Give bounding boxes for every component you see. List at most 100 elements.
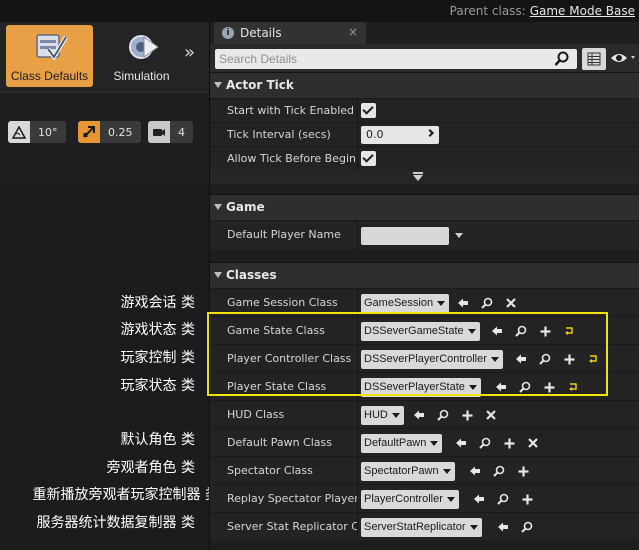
- category-game[interactable]: Game: [210, 194, 639, 220]
- column-divider: [357, 147, 358, 170]
- class-picker-combo[interactable]: HUD: [361, 406, 404, 425]
- browse-search-icon[interactable]: [475, 294, 499, 312]
- browse-search-icon[interactable]: [431, 406, 455, 424]
- view-options-eye-icon[interactable]: [610, 50, 638, 66]
- property-label: Spectator Class: [227, 464, 313, 477]
- close-icon[interactable]: ×: [348, 25, 358, 39]
- drag-handle-icon: [426, 129, 434, 137]
- camera-speed-icon: [148, 121, 170, 143]
- clear-x-icon[interactable]: [521, 434, 545, 452]
- section-spacer: [210, 184, 639, 194]
- property-row-class: Replay Spectator Player C PlayerControlle…: [210, 484, 639, 512]
- class-picker-value: SpectatorPawn: [364, 465, 439, 477]
- annotation-game-state: 游戏状态 类: [120, 322, 195, 338]
- expander-bar: [413, 172, 423, 174]
- rotation-snap[interactable]: 10°: [8, 121, 66, 143]
- annotation-replay-spectator: 重新播放旁观者玩家控制器 类: [32, 487, 219, 503]
- parent-class-info: Parent class: Game Mode Base: [450, 4, 635, 18]
- class-picker-combo[interactable]: GameSession: [361, 294, 450, 313]
- category-title: Game: [226, 200, 265, 214]
- property-row-class: Spectator Class SpectatorPawn: [210, 456, 639, 484]
- property-label: Server Stat Replicator Cla: [227, 520, 357, 533]
- property-label: Default Player Name: [227, 228, 341, 241]
- add-plus-icon[interactable]: [515, 490, 539, 508]
- property-label: Allow Tick Before Begin P: [227, 152, 357, 165]
- class-defaults-button[interactable]: Class Defaults: [6, 25, 93, 87]
- details-search-input[interactable]: [215, 49, 577, 69]
- add-plus-icon[interactable]: [455, 406, 479, 424]
- class-picker-value: PlayerController: [364, 493, 443, 505]
- annotation-player-state: 玩家状态 类: [120, 378, 195, 394]
- class-actions: [463, 462, 535, 480]
- section-spacer: [210, 250, 639, 262]
- property-label: Game Session Class: [227, 296, 338, 309]
- use-selected-arrow-icon[interactable]: [467, 490, 491, 508]
- class-picker-value: ServerStatReplicator: [364, 521, 466, 533]
- column-divider: [357, 221, 358, 250]
- use-selected-arrow-icon[interactable]: [407, 406, 431, 424]
- use-selected-arrow-icon[interactable]: [449, 434, 473, 452]
- camera-speed[interactable]: 4: [148, 121, 193, 143]
- clear-x-icon[interactable]: [499, 294, 523, 312]
- category-actor-tick[interactable]: Actor Tick: [210, 72, 639, 98]
- start-tick-checkbox[interactable]: [361, 103, 376, 118]
- add-plus-icon[interactable]: [497, 434, 521, 452]
- add-plus-icon[interactable]: [511, 462, 535, 480]
- top-bar: Parent class: Game Mode Base: [0, 0, 639, 22]
- details-panel: i Details × Actor Tick Start with Tick E…: [209, 22, 639, 550]
- chevron-down-icon: [430, 441, 439, 446]
- details-tab-label: Details: [240, 26, 282, 40]
- property-label: Replay Spectator Player C: [227, 492, 357, 505]
- class-actions: [467, 490, 539, 508]
- annotation-default-pawn: 默认角色 类: [120, 432, 195, 448]
- property-row-class: Default Pawn Class DefaultPawn: [210, 428, 639, 456]
- class-picker-combo[interactable]: SpectatorPawn: [361, 462, 455, 481]
- camera-speed-value: 4: [178, 125, 185, 139]
- use-selected-arrow-icon[interactable]: [451, 294, 475, 312]
- browse-search-icon[interactable]: [491, 490, 515, 508]
- scale-snap[interactable]: 0.25: [78, 121, 141, 143]
- simulation-label: Simulation: [113, 69, 170, 83]
- class-picker-combo[interactable]: PlayerController: [361, 490, 459, 509]
- category-classes[interactable]: Classes: [210, 262, 639, 288]
- column-divider: [357, 457, 358, 484]
- property-row-start-tick: Start with Tick Enabled: [210, 98, 639, 122]
- toolbar-overflow-button[interactable]: »: [184, 42, 195, 63]
- browse-search-icon[interactable]: [473, 434, 497, 452]
- allow-tick-checkbox[interactable]: [361, 151, 376, 166]
- default-player-name-input[interactable]: [361, 227, 449, 245]
- category-title: Classes: [226, 268, 277, 282]
- property-matrix-button[interactable]: [582, 48, 606, 70]
- clear-x-icon[interactable]: [479, 406, 503, 424]
- parent-class-link[interactable]: Game Mode Base: [530, 4, 635, 18]
- simulation-button[interactable]: Simulation: [98, 25, 185, 87]
- class-picker-value: DefaultPawn: [364, 437, 427, 449]
- use-selected-arrow-icon[interactable]: [463, 462, 487, 480]
- class-picker-combo[interactable]: ServerStatReplicator: [361, 518, 482, 537]
- annotation-game-session: 游戏会话 类: [120, 295, 195, 311]
- grid-icon: [587, 52, 601, 66]
- property-label: Default Pawn Class: [227, 436, 332, 449]
- use-selected-arrow-icon[interactable]: [491, 518, 515, 536]
- tick-interval-value: 0.0: [366, 128, 384, 141]
- chevron-down-icon: [437, 301, 446, 306]
- class-picker-value: GameSession: [364, 297, 434, 309]
- property-row-allow-tick: Allow Tick Before Begin P: [210, 146, 639, 170]
- property-row-class: HUD Class HUD: [210, 400, 639, 428]
- parent-class-label: Parent class:: [449, 4, 526, 18]
- highlight-box: [207, 312, 608, 396]
- details-property-list: Actor Tick Start with Tick Enabled Tick …: [210, 72, 639, 540]
- rotation-snap-value: 10°: [38, 125, 58, 139]
- collapse-arrow-icon: [214, 204, 222, 210]
- browse-search-icon[interactable]: [487, 462, 511, 480]
- annotation-server-stat: 服务器统计数据复制器 类: [36, 515, 195, 531]
- class-picker-combo[interactable]: DefaultPawn: [361, 434, 443, 453]
- class-defaults-icon: [36, 34, 68, 61]
- browse-search-icon[interactable]: [515, 518, 539, 536]
- chevron-down-icon: [469, 525, 478, 530]
- scale-snap-icon: [78, 121, 100, 143]
- advanced-expander[interactable]: [210, 170, 639, 184]
- details-tab[interactable]: i Details ×: [214, 22, 366, 44]
- tick-interval-field[interactable]: 0.0: [361, 126, 439, 144]
- chevron-down-icon[interactable]: [455, 233, 463, 238]
